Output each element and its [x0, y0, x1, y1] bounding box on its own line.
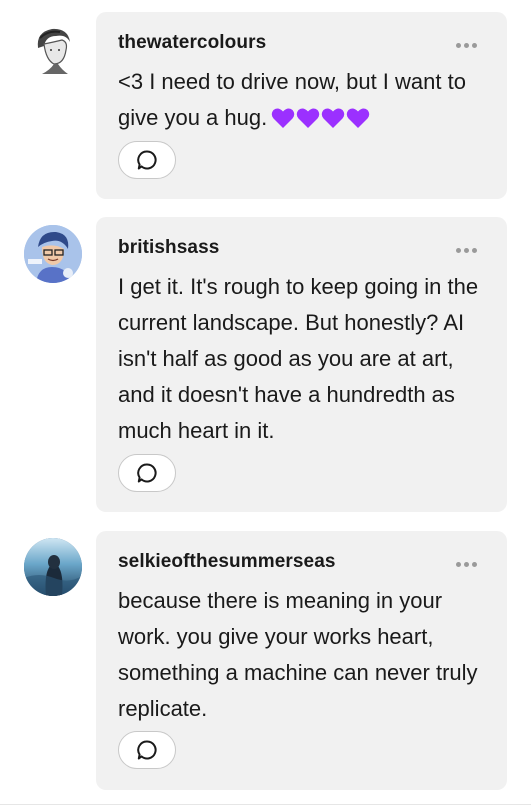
username[interactable]: selkieofthesummerseas: [118, 551, 336, 573]
avatar[interactable]: [24, 20, 82, 78]
reply-text: <3 I need to drive now, but I want to gi…: [118, 69, 466, 130]
divider: [0, 804, 531, 805]
reply-text: I get it. It's rough to keep going in th…: [118, 274, 479, 443]
reply-text: because there is meaning in your work. y…: [118, 588, 478, 721]
more-options-icon[interactable]: [456, 248, 477, 253]
speech-bubble-icon: [137, 740, 157, 760]
avatar[interactable]: [24, 538, 82, 596]
reply-bubble: thewatercolours <3 I need to drive now, …: [96, 12, 507, 199]
more-options-icon[interactable]: [456, 562, 477, 567]
username[interactable]: thewatercolours: [118, 32, 266, 54]
speech-bubble-icon: [137, 463, 157, 483]
avatar[interactable]: [24, 225, 82, 283]
reply-button[interactable]: [118, 454, 176, 492]
reply-button[interactable]: [118, 141, 176, 179]
reply-bubble: selkieofthesummerseas because there is m…: [96, 531, 507, 790]
reply-bubble: britishsass I get it. It's rough to keep…: [96, 217, 507, 512]
username[interactable]: britishsass: [118, 237, 219, 259]
purple-heart-emoji: [271, 107, 370, 129]
more-options-icon[interactable]: [456, 43, 477, 48]
reply-button[interactable]: [118, 731, 176, 769]
speech-bubble-icon: [137, 150, 157, 170]
